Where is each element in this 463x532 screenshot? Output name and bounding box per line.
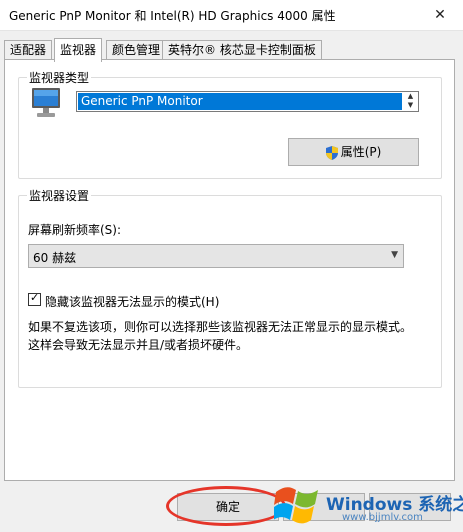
properties-button-label: 属性(P) [340, 145, 382, 159]
monitor-icon [32, 88, 60, 117]
tab-monitor[interactable]: 监视器 [54, 38, 103, 62]
chevron-up-icon[interactable]: ▲ [404, 92, 417, 101]
monitor-list-selected-item[interactable]: Generic PnP Monitor [78, 93, 402, 110]
chevron-down-icon: ▼ [391, 250, 398, 260]
title-bar: Generic PnP Monitor 和 Intel(R) HD Graphi… [0, 0, 463, 31]
properties-button[interactable]: 属性(P) [288, 138, 419, 166]
monitor-list-spinner[interactable]: ▲ ▼ [404, 92, 417, 111]
refresh-rate-select[interactable]: 60 赫兹 ▼ [28, 244, 404, 268]
watermark-url: www.bjjmlv.com [342, 512, 423, 523]
warning-text-line-2: 这样会导致无法显示并且/或者损坏硬件。 [28, 338, 249, 352]
monitor-list[interactable]: Generic PnP Monitor ▲ ▼ [76, 91, 419, 112]
watermark-brand-cn: 系统之家 [418, 495, 463, 515]
warning-text-line-1: 如果不复选该项，则你可以选择那些该监视器无法正常显示的显示模式。 [28, 320, 413, 334]
chevron-down-icon[interactable]: ▼ [404, 101, 417, 110]
refresh-rate-label: 屏幕刷新频率(S): [28, 223, 122, 237]
shield-icon [325, 145, 338, 160]
close-icon[interactable]: ✕ [417, 0, 463, 30]
refresh-rate-value: 60 赫兹 [33, 251, 77, 265]
monitor-settings-group-title: 监视器设置 [27, 187, 92, 204]
monitor-type-group-title: 监视器类型 [27, 69, 92, 86]
checkmark-icon: ✓ [30, 291, 40, 304]
watermark: Windows 系统之家 www.bjjmlv.com [270, 476, 463, 532]
tab-intel-control-panel[interactable]: 英特尔® 核芯显卡控制面板 [162, 40, 322, 60]
hide-modes-label[interactable]: 隐藏该监视器无法显示的模式(H) [45, 293, 219, 310]
tab-adapter[interactable]: 适配器 [4, 40, 53, 60]
window-title: Generic PnP Monitor 和 Intel(R) HD Graphi… [9, 9, 336, 23]
windows-logo-icon [274, 487, 318, 524]
ok-button[interactable]: 确定 [177, 493, 279, 521]
tab-color-management[interactable]: 颜色管理 [106, 40, 167, 60]
hide-modes-checkbox[interactable]: ✓ [28, 291, 41, 306]
